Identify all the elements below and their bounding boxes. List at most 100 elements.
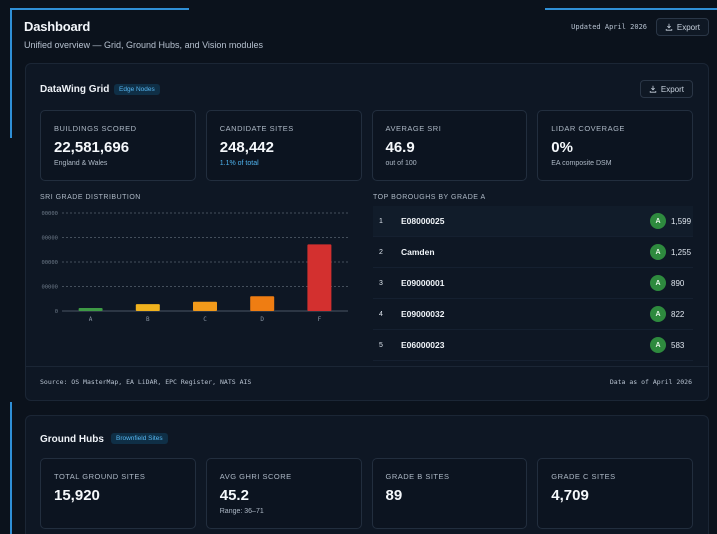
bar-a [78,308,103,311]
x-tick-label: B [146,316,150,323]
boroughs-label: TOP BOROUGHS BY GRADE A [373,194,486,201]
bar-c [193,301,217,311]
borough-count: 890 [671,278,685,288]
ground-hubs-stats: TOTAL GROUND SITES 15,920 AVG GHRI SCORE… [40,458,693,529]
export-button-label: Export [676,22,700,32]
datawing-stats: BUILDINGS SCORED 22,581,696 England & Wa… [40,110,693,181]
rank: 2 [379,248,383,256]
borough-name: Camden [401,247,435,257]
bar-d [250,296,275,311]
list-item[interactable]: 3 E09000001 A 890 [373,268,693,299]
stat-sub: Range: 36–71 [219,508,264,515]
stat-card-average-sri: AVERAGE SRI 46.9 out of 100 [371,110,528,181]
borough-name: E08000025 [401,216,445,226]
download-icon [649,85,657,93]
stat-label: AVG GHRI SCORE [219,472,292,481]
grade-badge: A [650,337,666,353]
borough-stats: A 583 [650,337,693,353]
rank: 5 [379,341,383,349]
y-tick-label: 00000 [41,211,58,217]
stat-sub: 1.1% of total [219,160,259,167]
stat-sub: EA composite DSM [551,160,612,167]
panel-title: DataWing Grid [40,84,110,95]
borough-count: 1,599 [671,216,692,226]
accent-edge-left-lower [10,402,12,534]
edge-nodes-tag: Edge Nodes [114,84,160,95]
x-tick-label: F [318,316,322,323]
x-tick-label: C [203,316,207,323]
x-tick-label: D [260,316,264,323]
stat-value: 89 [385,487,403,504]
stat-label: LIDAR COVERAGE [551,124,625,133]
borough-name: E09000032 [401,309,445,319]
y-tick-label: 00000 [41,260,58,266]
stat-card-total-ground-sites: TOTAL GROUND SITES 15,920 [40,458,196,529]
accent-edge-top-right [545,8,717,10]
stat-value: 4,709 [551,487,589,504]
stat-label: TOTAL GROUND SITES [54,472,146,481]
sri-grade-chart: 000000000000000000000A B C D F [41,211,348,323]
export-button-label: Export [660,84,684,94]
accent-edge-left [10,8,12,138]
panel-title: Ground Hubs [40,434,104,445]
list-item[interactable]: 5 E06000023 A 583 [373,330,693,361]
bar-b [135,304,160,311]
data-as-of: Data as of April 2026 [609,378,692,386]
export-button[interactable]: Export [655,18,709,36]
datawing-grid-panel: DataWing Grid Edge Nodes Export BUILDING… [25,63,709,401]
stat-value: 45.2 [219,487,249,504]
stat-value: 46.9 [385,139,415,156]
accent-edge-top-left [12,8,189,10]
brownfield-sites-tag: Brownfield Sites [111,433,168,444]
stat-card-avg-ghri-score: AVG GHRI SCORE 45.2 Range: 36–71 [205,458,362,529]
ground-hubs-panel: Ground Hubs Brownfield Sites TOTAL GROUN… [25,415,709,534]
panel-export-button[interactable]: Export [639,80,693,98]
stat-label: BUILDINGS SCORED [54,124,137,133]
bar-f [307,244,332,311]
rank: 4 [379,310,383,318]
download-icon [665,23,673,31]
stat-label: AVERAGE SRI [385,124,442,133]
page-subtitle: Unified overview — Grid, Ground Hubs, an… [24,40,263,50]
stat-value: 0% [551,139,573,156]
stat-value: 15,920 [54,487,100,504]
stat-value: 248,442 [219,139,274,156]
borough-stats: A 1,255 [650,244,693,260]
borough-count: 1,255 [671,247,692,257]
y-tick-label: 0 [55,309,58,315]
panel-footer: Source: OS MasterMap, EA LiDAR, EPC Regi… [26,366,708,396]
rank: 3 [379,279,383,287]
grade-badge: A [650,306,666,322]
page-header: Dashboard Unified overview — Grid, Groun… [24,18,709,55]
updated-label: Updated April 2026 [571,23,647,31]
grade-badge: A [650,213,666,229]
list-item[interactable]: 2 Camden A 1,255 [373,237,693,268]
borough-count: 583 [671,340,685,350]
borough-name: E09000001 [401,278,445,288]
stat-card-grade-c-sites: GRADE C SITES 4,709 [537,458,693,529]
borough-count: 822 [671,309,685,319]
stat-card-buildings-scored: BUILDINGS SCORED 22,581,696 England & Wa… [40,110,196,181]
top-boroughs-list: 1 E08000025 A 1,599 2 Camden A 1,255 3 E… [373,206,693,361]
borough-stats: A 1,599 [650,213,693,229]
y-tick-label: 00000 [41,236,58,242]
x-tick-label: A [89,316,93,323]
stat-sub: out of 100 [385,160,417,167]
list-item[interactable]: 4 E09000032 A 822 [373,299,693,330]
stat-value: 22,581,696 [54,139,130,156]
stat-card-grade-b-sites: GRADE B SITES 89 [371,458,528,529]
stat-card-lidar-coverage: LIDAR COVERAGE 0% EA composite DSM [537,110,693,181]
stat-label: CANDIDATE SITES [219,124,294,133]
data-source: Source: OS MasterMap, EA LiDAR, EPC Regi… [40,378,252,386]
chart-label: SRI GRADE DISTRIBUTION [40,194,141,201]
borough-name: E06000023 [401,340,445,350]
grade-badge: A [650,244,666,260]
borough-stats: A 822 [650,306,693,322]
borough-stats: A 890 [650,275,693,291]
grade-badge: A [650,275,666,291]
stat-label: GRADE C SITES [551,472,616,481]
rank: 1 [379,217,383,225]
stat-card-candidate-sites: CANDIDATE SITES 248,442 1.1% of total [205,110,362,181]
list-item[interactable]: 1 E08000025 A 1,599 [373,206,693,237]
y-tick-label: 00000 [41,285,58,291]
